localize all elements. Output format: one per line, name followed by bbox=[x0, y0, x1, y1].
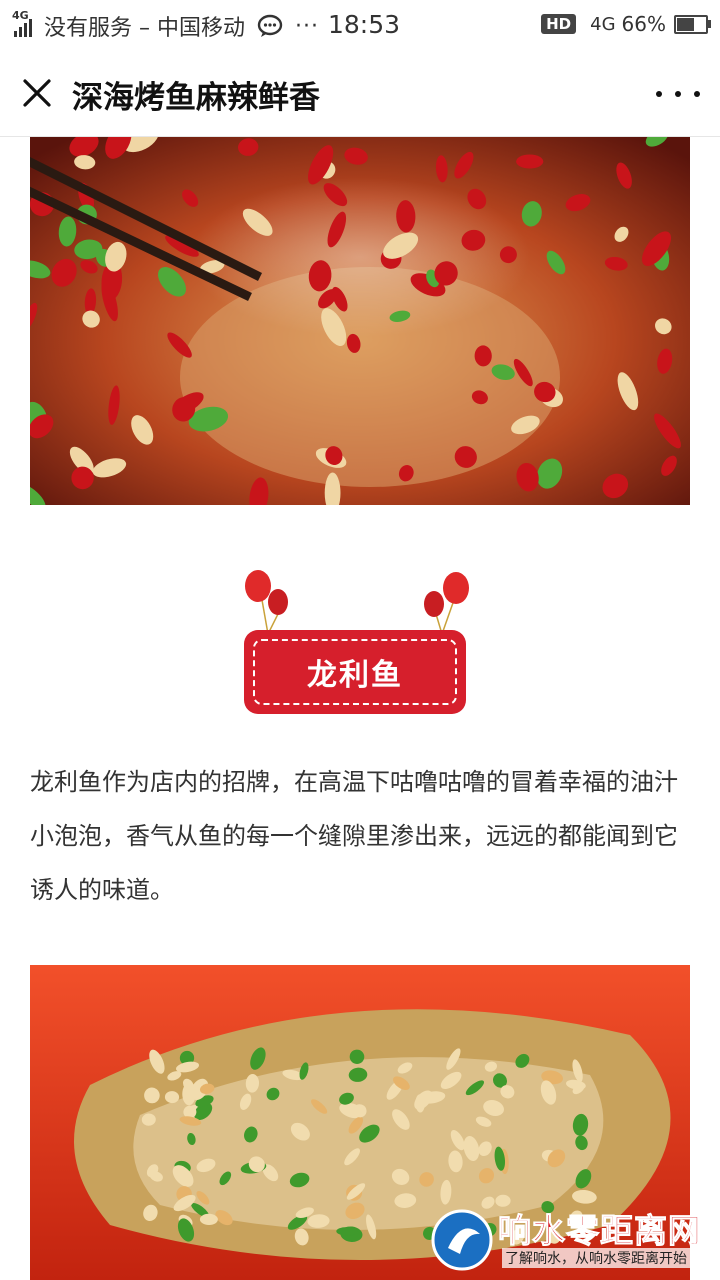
more-button[interactable] bbox=[656, 78, 700, 110]
more-dot bbox=[675, 91, 681, 97]
signal-icon: 4G bbox=[12, 9, 32, 37]
status-bar: 4G 没有服务 – 中国移动 ··· 18:53 HD 4G 66% bbox=[0, 0, 720, 52]
more-dot bbox=[656, 91, 662, 97]
carrier-text: 没有服务 – 中国移动 bbox=[44, 16, 245, 41]
battery-icon bbox=[674, 14, 711, 34]
close-button[interactable] bbox=[18, 74, 56, 112]
site-logo-icon bbox=[431, 1209, 493, 1271]
section-label: 龙利鱼 bbox=[253, 639, 457, 705]
title-bar: 深海烤鱼麻辣鲜香 bbox=[0, 52, 720, 137]
section-description: 龙利鱼作为店内的招牌，在高温下咕噜咕噜的冒着幸福的油汁小泡泡，香气从鱼的每一个缝… bbox=[30, 768, 678, 904]
status-right: HD 4G 66% bbox=[541, 12, 711, 36]
battery-percent: 66% bbox=[621, 12, 666, 36]
status-left: 4G 没有服务 – 中国移动 ··· bbox=[12, 9, 319, 42]
grilled-fish-photo bbox=[30, 137, 690, 505]
section-label-badge: 龙利鱼 bbox=[240, 560, 480, 720]
page-title: 深海烤鱼麻辣鲜香 bbox=[72, 80, 320, 116]
close-icon bbox=[23, 79, 51, 107]
message-icon bbox=[257, 14, 283, 37]
site-watermark: 响水零距离网 了解响水，从响水零距离开始 bbox=[430, 1200, 720, 1280]
balloons-left-icon bbox=[245, 570, 288, 635]
more-dot bbox=[694, 91, 700, 97]
battery-fill bbox=[677, 17, 695, 31]
network-type: 4G bbox=[590, 13, 616, 35]
hd-badge: HD bbox=[541, 14, 577, 34]
watermark-slogan: 了解响水，从响水零距离开始 bbox=[502, 1248, 690, 1268]
balloons-right-icon bbox=[424, 572, 469, 635]
watermark-brand: 响水零距离网 bbox=[498, 1211, 702, 1251]
status-dots: ··· bbox=[295, 13, 319, 39]
network-badge: 4G bbox=[12, 9, 29, 22]
label-box: 龙利鱼 bbox=[244, 630, 466, 714]
clock: 18:53 bbox=[328, 10, 401, 39]
